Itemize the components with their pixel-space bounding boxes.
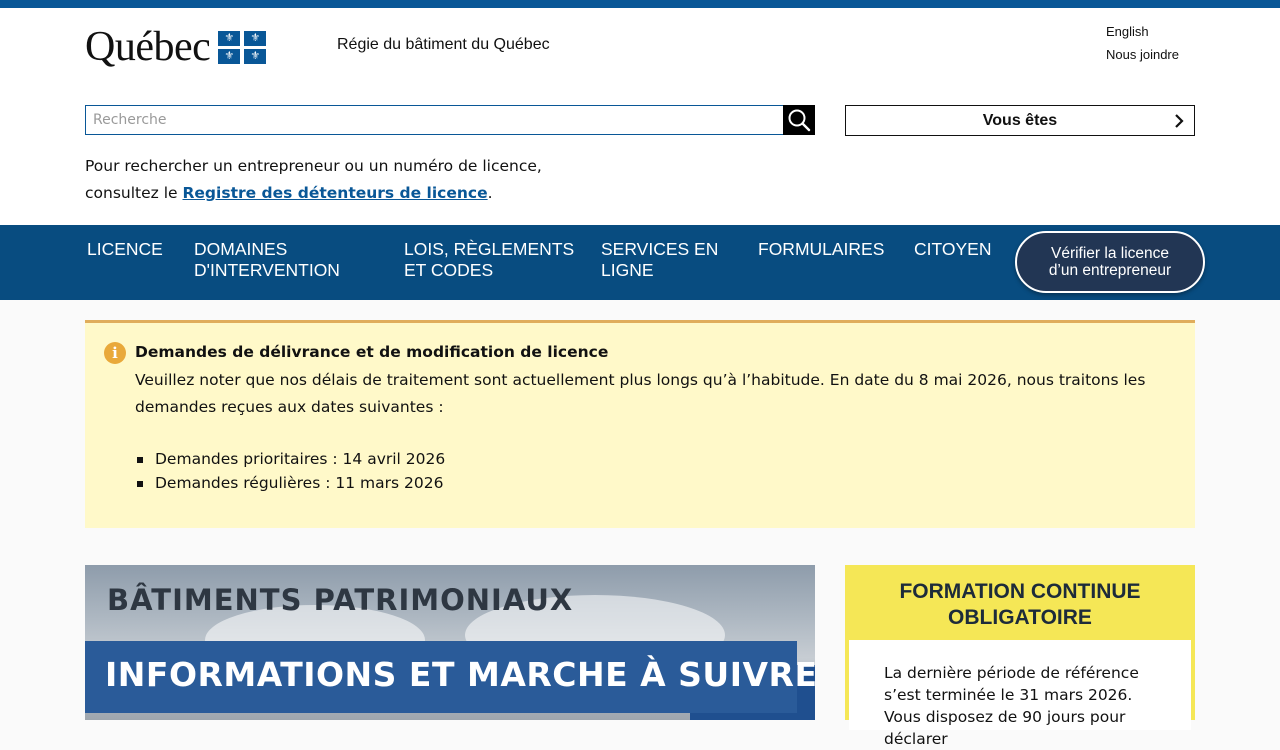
search-icon <box>788 109 811 132</box>
alert-body: Veuillez noter que nos délais de traitem… <box>135 371 1146 416</box>
info-icon: i <box>104 342 126 364</box>
search-bar <box>85 105 815 135</box>
logo-wordmark: Québec <box>85 24 211 70</box>
main-navigation: LICENCE DOMAINES D'INTERVENTION LOIS, RÈ… <box>0 225 1280 300</box>
nav-item-label: LOIS, RÈGLEMENTS <box>404 239 575 259</box>
nav-item-services[interactable]: SERVICES EN LIGNE <box>601 239 718 281</box>
nav-item-domaines[interactable]: DOMAINES D'INTERVENTION <box>194 239 340 281</box>
utility-links: English Nous joindre <box>1106 20 1179 66</box>
verify-licence-button[interactable]: Vérifier la licence d’un entrepreneur <box>1015 231 1205 293</box>
search-input[interactable] <box>86 106 783 134</box>
nav-item-label: SERVICES EN <box>601 239 719 259</box>
registre-note-line1: Pour rechercher un entrepreneur ou un nu… <box>85 157 542 175</box>
chevron-right-icon <box>1175 114 1184 128</box>
registre-note-prefix: consultez le <box>85 184 183 202</box>
nav-item-label: CITOYEN <box>914 239 992 259</box>
banner-subtitle: INFORMATIONS ET MARCHE À SUIVRE <box>105 655 815 694</box>
nav-item-label: LICENCE <box>87 239 163 259</box>
nav-item-citoyen[interactable]: CITOYEN <box>914 239 991 260</box>
continuing-education-panel: FORMATION CONTINUE OBLIGATOIRE La derniè… <box>845 565 1195 748</box>
contact-link[interactable]: Nous joindre <box>1106 43 1179 66</box>
audience-selector-label: Vous êtes <box>982 111 1058 129</box>
formation-text: La dernière période de référence s’est t… <box>884 664 1139 748</box>
banner-strip: INFORMATIONS ET MARCHE À SUIVRE <box>85 641 815 713</box>
verify-licence-label-1: Vérifier la licence <box>1050 245 1170 262</box>
formation-card: La dernière période de référence s’est t… <box>849 640 1191 748</box>
list-item: Demandes prioritaires : 14 avril 2026 <box>135 447 445 471</box>
site-header: Québec ⚜ ⚜ ⚜ ⚜ Régie du bâtiment du Québ… <box>0 8 1280 225</box>
quebec-logo[interactable]: Québec ⚜ ⚜ ⚜ ⚜ <box>85 24 267 70</box>
search-button[interactable] <box>783 105 815 135</box>
nav-item-lois[interactable]: LOIS, RÈGLEMENTS ET CODES <box>404 239 574 281</box>
formation-title-line: FORMATION CONTINUE <box>899 580 1141 603</box>
processing-delay-alert: i Demandes de délivrance et de modificat… <box>85 320 1195 528</box>
fleurdelise-flag-icon: ⚜ ⚜ ⚜ ⚜ <box>218 30 267 64</box>
formation-title-line: OBLIGATOIRE <box>948 606 1092 629</box>
nav-item-label: DOMAINES <box>194 239 288 259</box>
english-link[interactable]: English <box>1106 20 1179 43</box>
nav-item-label: FORMULAIRES <box>758 239 885 259</box>
alert-date-list: Demandes prioritaires : 14 avril 2026 De… <box>135 447 445 495</box>
banner-title: BÂTIMENTS PATRIMONIAUX <box>107 583 574 617</box>
registre-note: Pour rechercher un entrepreneur ou un nu… <box>85 153 542 207</box>
audience-selector-button[interactable]: Vous êtes <box>845 105 1195 136</box>
organization-name[interactable]: Régie du bâtiment du Québec <box>337 36 550 54</box>
top-accent-bar <box>0 0 1280 8</box>
nav-item-label: ET CODES <box>404 260 494 280</box>
nav-item-label: LIGNE <box>601 260 654 280</box>
registre-link[interactable]: Registre des détenteurs de licence <box>182 184 487 202</box>
alert-title: Demandes de délivrance et de modificatio… <box>135 343 609 361</box>
list-item: Demandes régulières : 11 mars 2026 <box>135 471 445 495</box>
nav-item-licence[interactable]: LICENCE <box>87 239 163 260</box>
formation-title[interactable]: FORMATION CONTINUE OBLIGATOIRE <box>845 579 1195 631</box>
verify-licence-label-2: d’un entrepreneur <box>1048 262 1172 279</box>
nav-item-label: D'INTERVENTION <box>194 260 340 280</box>
nav-item-formulaires[interactable]: FORMULAIRES <box>758 239 884 260</box>
heritage-buildings-banner[interactable]: BÂTIMENTS PATRIMONIAUX INFORMATIONS ET M… <box>85 565 815 720</box>
registre-note-suffix: . <box>487 184 493 202</box>
